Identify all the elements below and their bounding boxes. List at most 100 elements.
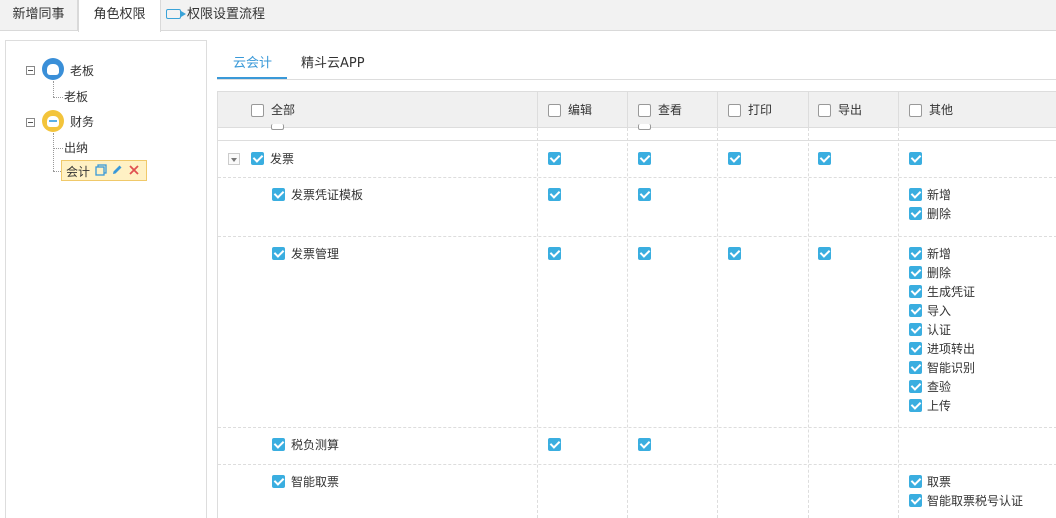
checkbox-invoice-voucher-template[interactable] [272, 188, 285, 201]
mgmt-other-input-transfer: 进项转出 [927, 342, 976, 356]
col-divider [808, 128, 809, 518]
tree-line [53, 148, 63, 149]
checkbox-invoice-export[interactable] [818, 152, 831, 165]
row-label-smart-fetch: 智能取票 [291, 475, 340, 489]
mgmt-other-import: 导入 [927, 304, 952, 318]
col-divider [808, 92, 809, 128]
tree-node-cashier[interactable]: 出纳 [64, 138, 88, 158]
checkbox-management-view[interactable] [638, 247, 651, 260]
checkbox-other-all[interactable] [909, 104, 922, 117]
checkbox-mgmt-smart-recognize[interactable] [909, 361, 922, 374]
col-divider [537, 128, 538, 518]
tree-node-accountant-label: 会计 [66, 165, 91, 179]
col-divider [717, 92, 718, 128]
header-print: 打印 [748, 103, 773, 117]
col-divider [898, 92, 899, 128]
checkbox-export-all[interactable] [818, 104, 831, 117]
checkbox-mgmt-add[interactable] [909, 247, 922, 260]
checkbox-all[interactable] [251, 104, 264, 117]
checkbox-mgmt-certify[interactable] [909, 323, 922, 336]
checkbox-invoice-other[interactable] [909, 152, 922, 165]
checkbox-edit-all[interactable] [548, 104, 561, 117]
delete-icon[interactable] [128, 164, 140, 176]
row-divider [218, 236, 1056, 237]
checkbox-partial[interactable] [638, 124, 651, 130]
row-divider [218, 427, 1056, 428]
checkbox-smart-fetch[interactable] [272, 475, 285, 488]
checkbox-template-add[interactable] [909, 188, 922, 201]
finance-avatar-icon [42, 110, 64, 132]
checkbox-invoice-management[interactable] [272, 247, 285, 260]
col-divider [627, 128, 628, 518]
grid-header: 全部 编辑 查看 打印 导出 其他 [218, 92, 1056, 128]
mgmt-other-upload: 上传 [927, 399, 952, 413]
copy-icon[interactable] [95, 164, 107, 176]
mgmt-other-delete: 删除 [927, 266, 952, 280]
row-divider [218, 177, 1056, 178]
checkbox-mgmt-upload[interactable] [909, 399, 922, 412]
tab-role-permissions[interactable]: 角色权限 [78, 0, 161, 32]
template-other-add: 新增 [927, 188, 952, 202]
permission-grid: 全部 编辑 查看 打印 导出 其他 发票 发票凭证模板 新增 删除 发票管理 新… [217, 91, 1056, 518]
collapse-caret-invoice[interactable] [228, 153, 240, 165]
header-view: 查看 [658, 103, 683, 117]
fetch-other-ticket: 取票 [927, 475, 952, 489]
checkbox-management-print[interactable] [728, 247, 741, 260]
tree-node-boss[interactable]: 老板 [70, 61, 94, 81]
header-other: 其他 [929, 103, 954, 117]
checkbox-partial[interactable] [271, 124, 284, 130]
video-icon [166, 9, 186, 19]
edit-icon[interactable] [111, 164, 123, 176]
checkbox-fetch-tax-id-cert[interactable] [909, 494, 922, 507]
boss-avatar-icon [42, 58, 64, 80]
checkbox-template-edit[interactable] [548, 188, 561, 201]
top-tab-bar: 新增同事 角色权限 权限设置流程 [0, 0, 1056, 32]
tab-app[interactable]: 精斗云APP [301, 52, 365, 71]
checkbox-tax-edit[interactable] [548, 438, 561, 451]
checkbox-template-delete[interactable] [909, 207, 922, 220]
row-label-invoice-management: 发票管理 [291, 247, 340, 261]
checkbox-mgmt-delete[interactable] [909, 266, 922, 279]
row-divider [218, 140, 1056, 141]
tree-node-boss-child[interactable]: 老板 [64, 87, 88, 107]
role-tree: 老板 老板 财务 出纳 会计 [5, 40, 207, 518]
checkbox-management-export[interactable] [818, 247, 831, 260]
checkbox-fetch-ticket[interactable] [909, 475, 922, 488]
checkbox-view-all[interactable] [638, 104, 651, 117]
row-label-invoice: 发票 [270, 152, 295, 166]
tree-node-finance[interactable]: 财务 [70, 112, 94, 132]
checkbox-invoice[interactable] [251, 152, 264, 165]
tree-line [53, 81, 54, 97]
sub-tab-bar: 云会计 精斗云APP [217, 40, 1056, 80]
mgmt-other-verify: 查验 [927, 380, 952, 394]
checkbox-invoice-print[interactable] [728, 152, 741, 165]
active-tab-underline [217, 77, 287, 79]
checkbox-invoice-view[interactable] [638, 152, 651, 165]
mgmt-other-smart-recognize: 智能识别 [927, 361, 976, 375]
row-label-invoice-voucher-template: 发票凭证模板 [291, 188, 364, 202]
template-other-delete: 删除 [927, 207, 952, 221]
header-edit: 编辑 [568, 103, 593, 117]
tab-permission-flow-label: 权限设置流程 [187, 7, 266, 22]
tab-permission-flow[interactable]: 权限设置流程 [166, 0, 265, 31]
col-divider [898, 128, 899, 518]
col-divider [627, 92, 628, 128]
checkbox-print-all[interactable] [728, 104, 741, 117]
checkbox-management-edit[interactable] [548, 247, 561, 260]
checkbox-mgmt-generate-voucher[interactable] [909, 285, 922, 298]
checkbox-tax-view[interactable] [638, 438, 651, 451]
checkbox-template-view[interactable] [638, 188, 651, 201]
collapse-toggle-finance[interactable] [26, 118, 35, 127]
tree-line [53, 97, 63, 98]
tab-cloud-accounting[interactable]: 云会计 [233, 52, 272, 71]
col-divider [537, 92, 538, 128]
tab-add-colleague[interactable]: 新增同事 [0, 0, 78, 31]
checkbox-tax-burden[interactable] [272, 438, 285, 451]
checkbox-mgmt-import[interactable] [909, 304, 922, 317]
checkbox-mgmt-input-transfer[interactable] [909, 342, 922, 355]
checkbox-mgmt-verify[interactable] [909, 380, 922, 393]
checkbox-invoice-edit[interactable] [548, 152, 561, 165]
collapse-toggle-boss[interactable] [26, 66, 35, 75]
mgmt-other-add: 新增 [927, 247, 952, 261]
tree-node-accountant-selected[interactable]: 会计 [61, 160, 147, 181]
